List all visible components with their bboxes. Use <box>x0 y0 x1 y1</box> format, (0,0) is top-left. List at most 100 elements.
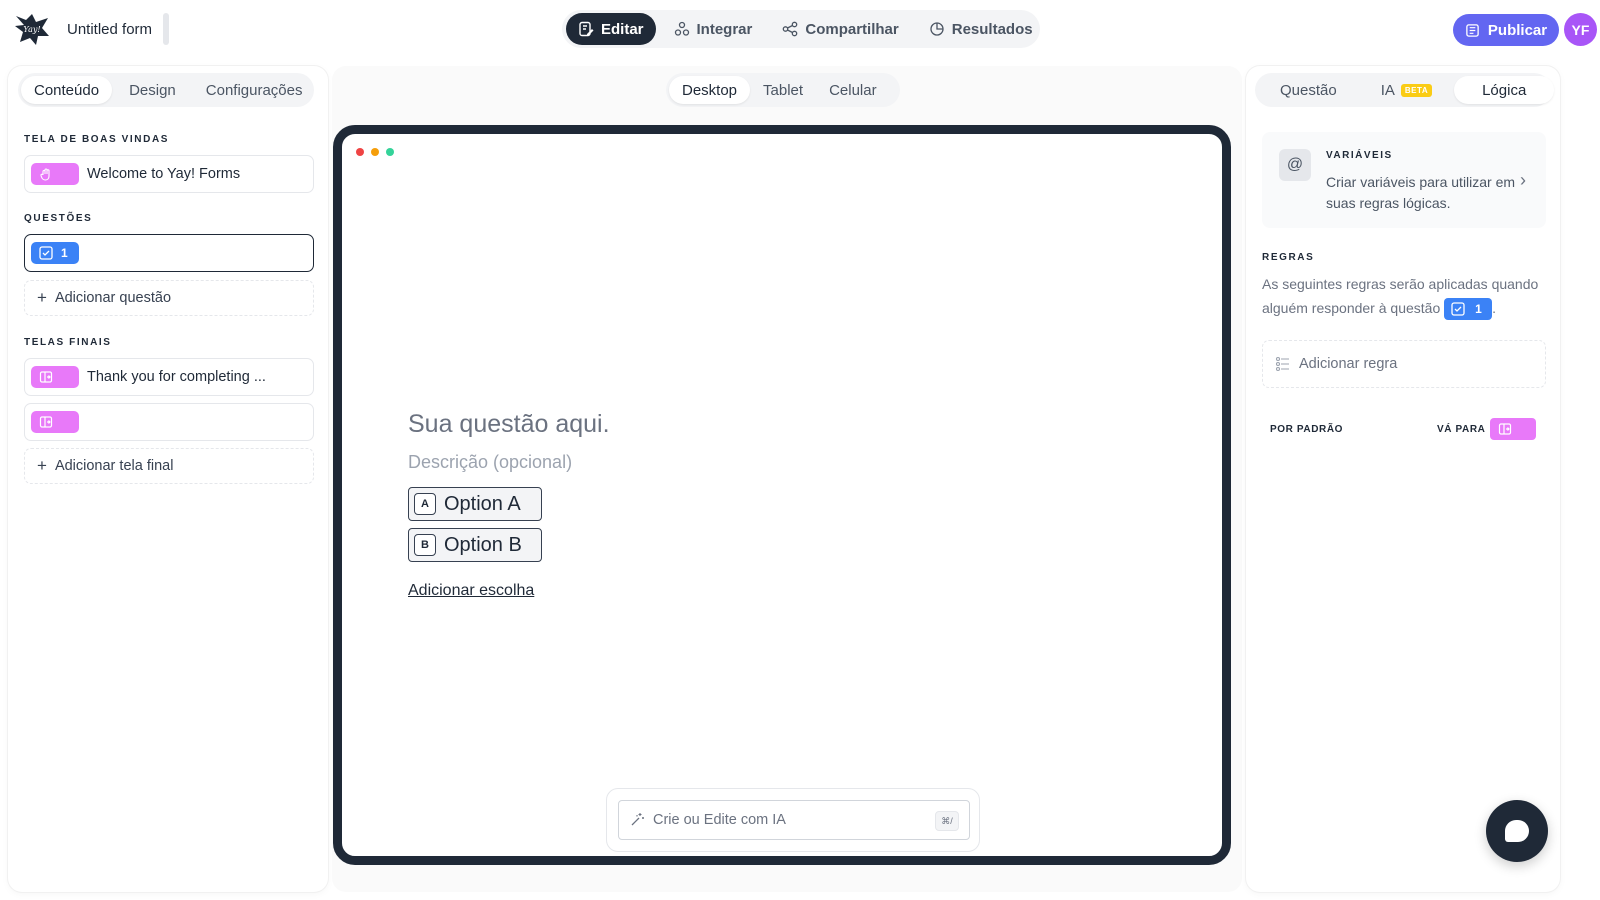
nav-compartilhar-label: Compartilhar <box>805 20 899 38</box>
device-preview-frame: Sua questão aqui. Descrição (opcional) A… <box>333 125 1231 865</box>
ai-prompt-box: Crie ou Edite com IA ⌘/ <box>606 788 980 852</box>
chevron-right-icon: › <box>1520 170 1526 190</box>
question-number: 1 <box>61 246 68 260</box>
welcome-tag <box>31 163 79 185</box>
nav-compartilhar[interactable]: Compartilhar <box>770 13 910 45</box>
beta-badge: BETA <box>1400 83 1433 97</box>
nav-integrar-label: Integrar <box>696 20 753 38</box>
tab-questao[interactable]: Questão <box>1258 76 1359 104</box>
publish-label: Publicar <box>1487 21 1548 39</box>
svg-text:Yay!: Yay! <box>23 25 40 34</box>
dot-green <box>386 148 394 156</box>
question-description[interactable]: Descrição (opcional) <box>408 452 572 473</box>
variables-title: VARIÁVEIS <box>1326 150 1393 161</box>
main-nav: Editar Integrar Compartilhar Resultados <box>562 10 1040 48</box>
at-sign-icon: @ <box>1279 149 1311 181</box>
chat-support-button[interactable] <box>1486 800 1548 862</box>
add-ending-button[interactable]: + Adicionar tela final <box>24 448 314 484</box>
title-edit-caret <box>163 13 169 45</box>
device-tabs: Desktop Tablet Celular <box>666 73 900 107</box>
welcome-screen-label: Welcome to Yay! Forms <box>87 166 241 182</box>
tab-ia-label: IA <box>1380 81 1395 99</box>
ending-screen-item-2[interactable] <box>24 403 314 441</box>
add-ending-label: Adicionar tela final <box>54 458 174 474</box>
tab-conteudo[interactable]: Conteúdo <box>21 76 113 104</box>
add-question-label: Adicionar questão <box>54 290 172 306</box>
rules-icon <box>1275 356 1289 372</box>
choice-label-a: Option A <box>444 492 521 515</box>
dot-red <box>356 148 364 156</box>
results-icon <box>930 22 944 36</box>
plus-icon: + <box>37 288 47 307</box>
default-label: POR PADRÃO <box>1270 424 1344 435</box>
rules-text: As seguintes regras serão aplicadas quan… <box>1262 276 1539 316</box>
exit-icon <box>1498 423 1512 435</box>
share-icon <box>783 21 798 37</box>
add-question-button[interactable]: + Adicionar questão <box>24 280 314 316</box>
nav-integrar[interactable]: Integrar <box>662 13 765 45</box>
tab-configuracoes[interactable]: Configurações <box>193 76 316 104</box>
tab-logica[interactable]: Lógica <box>1454 76 1555 104</box>
tab-desktop[interactable]: Desktop <box>669 76 751 104</box>
tab-celular[interactable]: Celular <box>816 76 890 104</box>
settings-tabs: Questão IA BETA Lógica <box>1255 73 1555 107</box>
question-title[interactable]: Sua questão aqui. <box>408 410 610 439</box>
nav-editar[interactable]: Editar <box>566 13 656 45</box>
endings-section-label: TELAS FINAIS <box>24 337 112 348</box>
welcome-screen-item[interactable]: Welcome to Yay! Forms <box>24 155 314 193</box>
choice-label-b: Option B <box>444 533 522 556</box>
rules-description: As seguintes regras serão aplicadas quan… <box>1262 272 1552 321</box>
tab-tablet[interactable]: Tablet <box>750 76 816 104</box>
variables-description: Criar variáveis para utilizar em suas re… <box>1326 174 1516 211</box>
exit-icon <box>39 371 53 383</box>
checkbox-icon <box>1451 302 1465 316</box>
publish-button[interactable]: Publicar <box>1453 14 1559 46</box>
settings-panel: Questão IA BETA Lógica @ VARIÁVEIS Criar… <box>1246 66 1560 892</box>
content-tabs: Conteúdo Design Configurações <box>18 73 314 107</box>
ai-prompt-placeholder: Crie ou Edite com IA <box>653 812 786 828</box>
tab-design[interactable]: Design <box>116 76 189 104</box>
plus-icon: + <box>37 456 47 475</box>
add-rule-button[interactable]: Adicionar regra <box>1262 340 1546 388</box>
form-title[interactable]: Untitled form <box>67 21 152 38</box>
checkbox-icon <box>39 246 53 260</box>
tab-ia[interactable]: IA BETA <box>1359 76 1454 104</box>
ending-tag-1 <box>31 366 79 388</box>
ending-screen-item-1[interactable]: Thank you for completing ... <box>24 358 314 396</box>
integrate-icon <box>674 21 689 36</box>
hand-wave-icon <box>40 168 50 181</box>
rules-section-label: REGRAS <box>1262 252 1315 263</box>
choice-option-b[interactable]: B Option B <box>408 528 542 562</box>
window-dots <box>356 148 394 156</box>
avatar[interactable]: YF <box>1564 13 1597 46</box>
questions-section-label: QUESTÕES <box>24 213 93 224</box>
goto-target-selector[interactable] <box>1490 418 1536 440</box>
choice-key-a: A <box>414 493 436 515</box>
ai-prompt-input[interactable]: Crie ou Edite com IA ⌘/ <box>618 800 970 840</box>
nav-resultados-label: Resultados <box>951 20 1033 38</box>
rules-question-number: 1 <box>1475 302 1482 317</box>
ending-screen-label-1: Thank you for completing ... <box>87 369 266 385</box>
nav-resultados[interactable]: Resultados <box>917 13 1045 45</box>
welcome-section-label: TELA DE BOAS VINDAS <box>24 134 170 145</box>
nav-editar-label: Editar <box>601 20 644 38</box>
goto-label: VÁ PARA <box>1437 424 1486 435</box>
content-panel: Conteúdo Design Configurações TELA DE BO… <box>8 66 328 892</box>
yay-logo[interactable]: Yay! <box>14 12 50 46</box>
edit-icon <box>579 21 594 37</box>
rules-question-tag: 1 <box>1444 298 1493 321</box>
question-item[interactable]: 1 <box>24 234 314 272</box>
exit-icon <box>39 416 53 428</box>
add-rule-label: Adicionar regra <box>1299 356 1398 372</box>
variables-card[interactable]: @ VARIÁVEIS Criar variáveis para utiliza… <box>1262 132 1546 228</box>
magic-wand-icon <box>631 813 644 826</box>
dot-yellow <box>371 148 379 156</box>
publish-icon <box>1466 23 1479 37</box>
question-tag: 1 <box>31 242 79 264</box>
choice-option-a[interactable]: A Option A <box>408 487 542 521</box>
ending-tag-2 <box>31 411 79 433</box>
top-bar: Yay! Untitled form Editar Integrar Compa… <box>0 0 1600 60</box>
choice-key-b: B <box>414 534 436 556</box>
chat-bubble-icon <box>1505 820 1529 842</box>
add-choice-link[interactable]: Adicionar escolha <box>408 582 534 600</box>
